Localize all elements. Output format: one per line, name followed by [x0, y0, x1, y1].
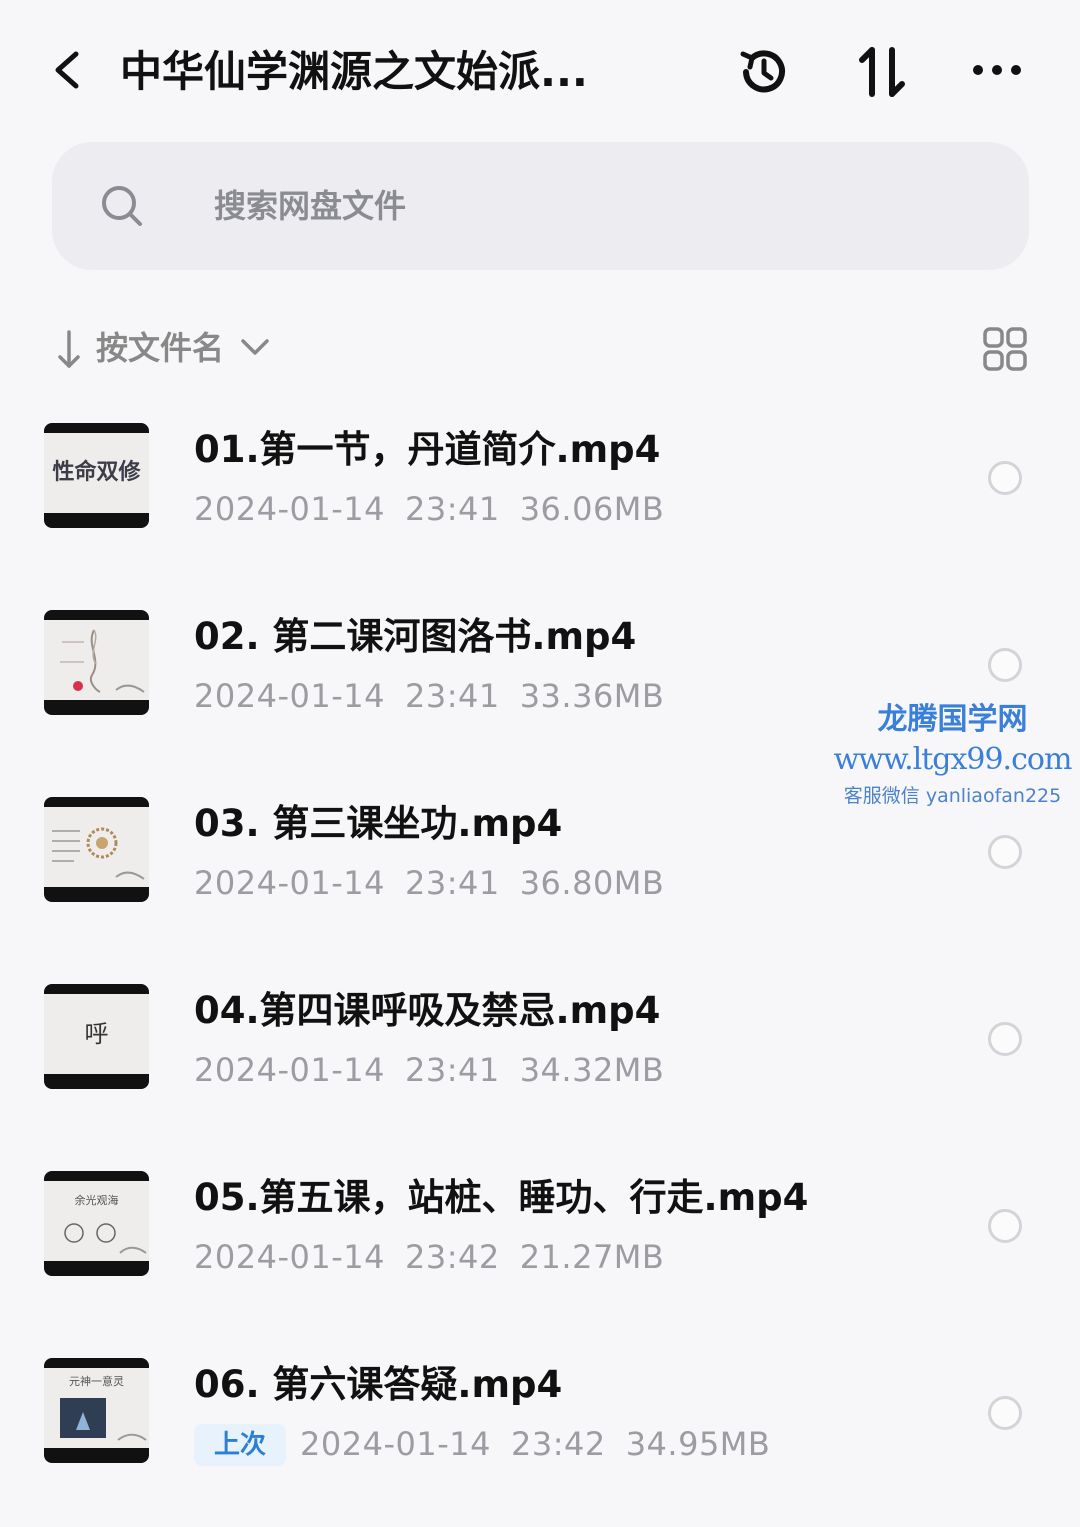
- watermark-contact: 客服微信 yanliaofan225: [843, 785, 1062, 807]
- file-row[interactable]: 03. 第三课坐功.mp4 2024-01-14 23:41 36.80MB: [0, 797, 1080, 957]
- meditation-mandala-image: [52, 827, 145, 880]
- watermark: 龙腾国学网 www.ltgx99.com 客服微信 yanliaofan225: [830, 700, 1075, 812]
- arrow-down-icon: [58, 330, 80, 368]
- file-date: 2024-01-14: [300, 1425, 491, 1463]
- history-icon[interactable]: [734, 42, 794, 102]
- file-meta: 2024-01-14 23:41 33.36MB: [194, 674, 684, 718]
- video-thumbnail: 性命双修: [44, 423, 149, 528]
- file-time: 23:41: [404, 677, 500, 715]
- back-icon[interactable]: [46, 48, 90, 92]
- grid-view-icon[interactable]: [983, 327, 1027, 371]
- file-name: 01.第一节，丹道简介.mp4: [194, 428, 661, 471]
- file-date: 2024-01-14: [194, 864, 385, 902]
- file-size: 36.06MB: [519, 490, 665, 528]
- video-thumbnail: [44, 797, 149, 902]
- select-radio[interactable]: [988, 1022, 1022, 1056]
- file-date: 2024-01-14: [194, 1238, 385, 1276]
- file-meta: 2024-01-14 23:41 36.06MB: [194, 487, 684, 531]
- file-size: 33.36MB: [519, 677, 665, 715]
- file-row[interactable]: 呼 04.第四课呼吸及禁忌.mp4 2024-01-14 23:41 34.32MB: [0, 984, 1080, 1144]
- video-thumbnail: 呼: [44, 984, 149, 1089]
- sort-label: 按文件名: [96, 329, 225, 367]
- file-size: 34.32MB: [519, 1051, 665, 1089]
- video-thumbnail: [44, 610, 149, 715]
- file-size: 21.27MB: [519, 1238, 665, 1276]
- select-radio[interactable]: [988, 648, 1022, 682]
- search-placeholder: 搜索网盘文件: [214, 187, 407, 225]
- search-icon: [102, 186, 142, 226]
- body-meridian-diagram: [60, 629, 145, 693]
- file-meta: 2024-01-14 23:42 34.95MB: [300, 1422, 790, 1466]
- top-bar: 中华仙学渊源之文始派...: [0, 0, 1080, 140]
- file-date: 2024-01-14: [194, 677, 385, 715]
- file-time: 23:42: [404, 1238, 500, 1276]
- file-meta: 2024-01-14 23:41 34.32MB: [194, 1048, 684, 1092]
- file-name: 05.第五课，站桩、睡功、行走.mp4: [194, 1176, 809, 1219]
- file-size: 36.80MB: [519, 864, 665, 902]
- video-thumbnail: 余光观海: [44, 1171, 149, 1276]
- file-name: 04.第四课呼吸及禁忌.mp4: [194, 989, 661, 1032]
- file-name: 03. 第三课坐功.mp4: [194, 802, 563, 845]
- file-row[interactable]: 元神一意灵 06. 第六课答疑.mp4 上次 2024-01-14 23:42 34…: [0, 1358, 1080, 1518]
- sort-selector[interactable]: 按文件名: [54, 318, 334, 378]
- thumbnail-drawing: [64, 1223, 147, 1254]
- video-thumbnail: 元神一意灵: [44, 1358, 149, 1463]
- file-time: 23:42: [510, 1425, 606, 1463]
- file-date: 2024-01-14: [194, 490, 385, 528]
- file-row[interactable]: 余光观海 05.第五课，站桩、睡功、行走.mp4 2024-01-14 23:42…: [0, 1171, 1080, 1331]
- chevron-down-icon: [241, 339, 269, 355]
- thumbnail-text: 性命双修: [52, 460, 141, 485]
- select-radio[interactable]: [988, 461, 1022, 495]
- file-time: 23:41: [404, 1051, 500, 1089]
- file-name: 02. 第二课河图洛书.mp4: [194, 615, 637, 658]
- file-size: 34.95MB: [625, 1425, 771, 1463]
- file-meta: 2024-01-14 23:42 21.27MB: [194, 1235, 684, 1279]
- select-radio[interactable]: [988, 835, 1022, 869]
- file-time: 23:41: [404, 864, 500, 902]
- file-name: 06. 第六课答疑.mp4: [194, 1363, 563, 1406]
- search-input[interactable]: 搜索网盘文件: [52, 142, 1029, 270]
- sort-swap-icon[interactable]: [852, 42, 912, 102]
- select-radio[interactable]: [988, 1209, 1022, 1243]
- more-icon[interactable]: [968, 42, 1028, 102]
- watermark-site-name: 龙腾国学网: [877, 702, 1028, 737]
- thumbnail-text: 呼: [84, 1020, 109, 1048]
- file-row[interactable]: 性命双修 01.第一节，丹道简介.mp4 2024-01-14 23:41 36.0…: [0, 423, 1080, 583]
- file-meta: 2024-01-14 23:41 36.80MB: [194, 861, 684, 905]
- file-time: 23:41: [404, 490, 500, 528]
- file-date: 2024-01-14: [194, 1051, 385, 1089]
- watermark-url: www.ltgx99.com: [833, 742, 1073, 777]
- page-title: 中华仙学渊源之文始派...: [120, 47, 588, 96]
- thumbnail-drawing: [60, 1398, 147, 1441]
- last-viewed-badge: 上次: [194, 1424, 286, 1466]
- select-radio[interactable]: [988, 1396, 1022, 1430]
